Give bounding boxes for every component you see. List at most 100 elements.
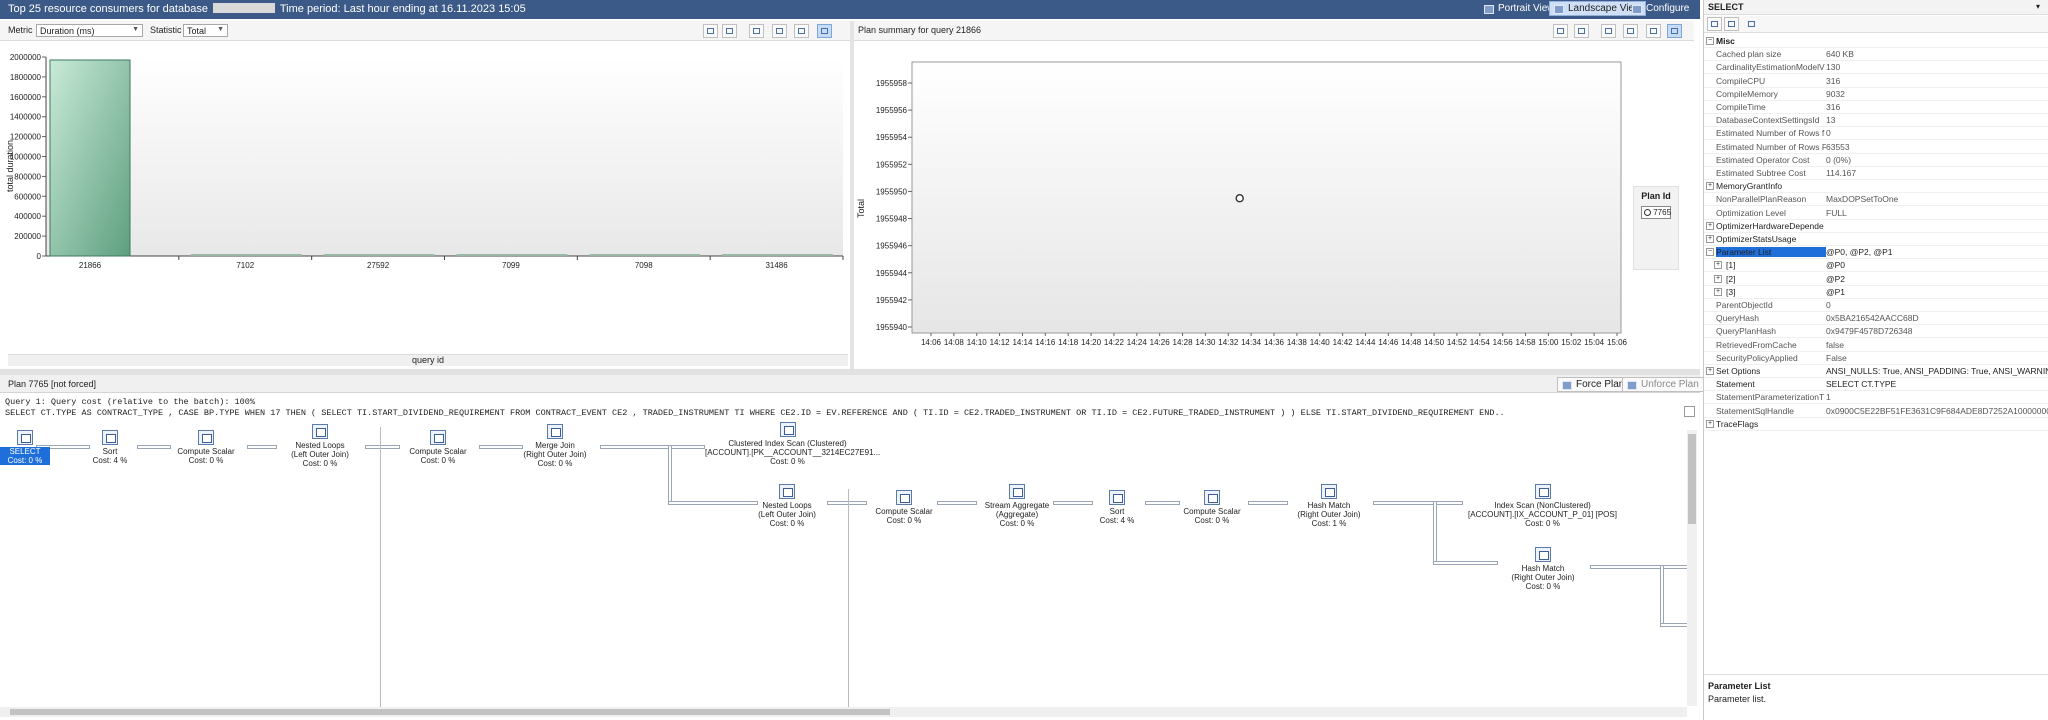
property-value: 0x5BA216542AACC68D [1826, 313, 1919, 324]
plan-chart-view-button[interactable] [1667, 24, 1682, 38]
property-value: SELECT CT.TYPE [1826, 379, 1897, 390]
property-row[interactable]: StatementSqlHandle 0x0900C5E22BF51FE3631C… [1704, 405, 2048, 418]
property-row[interactable]: Estimated Number of Rows F 63553 [1704, 141, 2048, 154]
refresh-button[interactable] [722, 24, 737, 38]
property-row[interactable]: CompileCPU 316 [1704, 75, 2048, 88]
panel-splitter[interactable] [850, 21, 854, 369]
collapse-icon[interactable]: − [1706, 37, 1714, 45]
plan-op-sort[interactable]: Sort Cost: 4 % [85, 430, 135, 465]
plan-refresh-button[interactable] [1574, 24, 1589, 38]
plan-op-compute-scalar[interactable]: Compute Scalar Cost: 0 % [166, 430, 246, 465]
expand-icon[interactable]: + [1706, 221, 1714, 230]
property-name: SecurityPolicyApplied [1716, 352, 1798, 363]
chart-view-button[interactable] [817, 24, 832, 38]
plan-op-nested-loops-2[interactable]: Nested Loops (Left Outer Join) Cost: 0 % [742, 484, 832, 528]
unforce-plan-button[interactable]: Unforce Plan [1622, 377, 1704, 392]
view-plan-button[interactable] [772, 24, 787, 38]
property-row[interactable]: Statement SELECT CT.TYPE [1704, 378, 2048, 392]
property-row[interactable]: SecurityPolicyApplied False [1704, 352, 2048, 365]
property-row[interactable]: QueryHash 0x5BA216542AACC68D [1704, 312, 2048, 326]
property-row[interactable]: − Parameter List @P0, @P2, @P1 [1704, 246, 2048, 260]
categorized-button[interactable] [1707, 17, 1722, 31]
property-row[interactable]: Estimated Operator Cost 0 (0%) [1704, 154, 2048, 167]
title-time-period: Time period: Last hour ending at 16.11.2… [279, 3, 526, 15]
property-row[interactable]: + OptimizerStatsUsage [1704, 233, 2048, 246]
property-row[interactable]: CardinalityEstimationModelV 130 [1704, 61, 2048, 75]
configure-button[interactable]: Configure [1628, 2, 1693, 17]
force-plan-button[interactable]: Force Plan [1557, 377, 1630, 392]
property-name: RetrievedFromCache [1716, 339, 1797, 350]
property-name: OptimizerStatsUsage [1716, 234, 1797, 244]
plan-op-hash-match[interactable]: Hash Match (Right Outer Join) Cost: 1 % [1283, 484, 1375, 528]
property-row[interactable]: + Set Options ANSI_NULLS: True, ANSI_PADDI… [1704, 365, 2048, 378]
property-row[interactable]: + [2] @P2 [1704, 273, 2048, 286]
compare-plans-button[interactable] [1601, 24, 1616, 38]
plan-op-stream-aggregate[interactable]: Stream Aggregate (Aggregate) Cost: 0 % [972, 484, 1062, 528]
property-row[interactable]: + OptimizerHardwareDepende [1704, 220, 2048, 233]
plan-op-sort-2[interactable]: Sort Cost: 4 % [1092, 490, 1142, 525]
property-row[interactable]: + [3] @P1 [1704, 286, 2048, 299]
property-row[interactable]: + TraceFlags [1704, 418, 2048, 431]
force-plan-toolbar-button[interactable] [1623, 24, 1638, 38]
property-row[interactable]: QueryPlanHash 0x9479F4578D726348 [1704, 325, 2048, 339]
y-tick-label: 1955958 [876, 79, 908, 88]
property-row[interactable]: ParentObjectId 0 [1704, 299, 2048, 312]
property-grid: − Misc Cached plan size 640 KB CardinalityEs… [1704, 35, 2048, 435]
property-row[interactable]: CompileMemory 9032 [1704, 88, 2048, 101]
expand-icon[interactable]: + [1714, 287, 1722, 296]
alphabetical-button[interactable] [1724, 17, 1739, 31]
property-row[interactable]: + MemoryGrantInfo [1704, 180, 2048, 194]
chevron-down-icon[interactable]: ▾ [2036, 2, 2040, 11]
x-tick-label: 15:00 [1538, 338, 1559, 347]
legend-entry-7765[interactable]: 7765 [1641, 206, 1671, 219]
plan-op-select[interactable]: SELECT Cost: 0 % [0, 430, 50, 465]
x-tick-label: 27592 [367, 261, 390, 270]
hash-match-icon [1535, 547, 1551, 562]
plan-op-hash-match-2[interactable]: Hash Match (Right Outer Join) Cost: 0 % [1497, 547, 1589, 591]
property-row[interactable]: Cached plan size 640 KB [1704, 48, 2048, 62]
expand-icon[interactable]: + [1714, 261, 1722, 270]
property-row[interactable]: RetrievedFromCache false [1704, 339, 2048, 352]
portrait-view-button[interactable]: Portrait View [1480, 2, 1559, 17]
plan-vertical-scrollbar[interactable] [1687, 430, 1697, 706]
metric-label: Metric [8, 25, 33, 35]
grid-view-button[interactable] [703, 24, 718, 38]
sql-text-expand-button[interactable] [1684, 406, 1695, 417]
expand-icon[interactable]: + [1706, 367, 1714, 375]
expand-icon[interactable]: + [1706, 419, 1714, 428]
plan-op-nested-loops[interactable]: Nested Loops (Left Outer Join) Cost: 0 % [275, 424, 365, 468]
plan-grid-button[interactable] [1553, 24, 1568, 38]
expand-icon[interactable]: + [1706, 182, 1714, 191]
metric-dropdown[interactable]: Duration (ms) ▼ [36, 24, 143, 37]
property-row[interactable]: Estimated Number of Rows f0 [1704, 127, 2048, 141]
properties-header: SELECT ▾ [1704, 0, 2048, 15]
collapse-icon[interactable]: − [1706, 248, 1714, 257]
unforce-plan-toolbar-button[interactable] [1646, 24, 1661, 38]
property-row[interactable]: Optimization Level FULL [1704, 207, 2048, 220]
property-row[interactable]: DatabaseContextSettingsId 13 [1704, 114, 2048, 128]
expand-icon[interactable]: + [1714, 274, 1722, 283]
property-row[interactable]: NonParallelPlanReason MaxDOPSetToOne [1704, 193, 2048, 207]
property-row[interactable]: − Misc [1704, 35, 2048, 48]
plan-op-compute-scalar[interactable]: Compute Scalar Cost: 0 % [864, 490, 944, 525]
plan-op-clustered-index-scan[interactable]: Clustered Index Scan (Clustered) [ACCOUNT… [705, 422, 880, 466]
clustered-index-scan-icon [779, 422, 796, 437]
plan-op-compute-scalar[interactable]: Compute Scalar Cost: 0 % [1172, 490, 1252, 525]
property-row[interactable]: CompileTime 316 [1704, 101, 2048, 114]
statistic-dropdown[interactable]: Total ▼ [183, 24, 228, 37]
track-query-button[interactable] [749, 24, 764, 38]
property-row[interactable]: Estimated Subtree Cost 114.167 [1704, 167, 2048, 180]
chart-options-button[interactable] [794, 24, 809, 38]
plan-op-compute-scalar[interactable]: Compute Scalar Cost: 0 % [398, 430, 478, 465]
plan-op-index-scan[interactable]: Index Scan (NonClustered) [ACCOUNT].[IX_A… [1460, 484, 1625, 528]
property-name: Set Options [1716, 366, 1761, 376]
property-row[interactable]: StatementParameterizationT 1 [1704, 391, 2048, 405]
property-value: 0x9479F4578D726348 [1826, 326, 1913, 337]
landscape-view-icon [1554, 5, 1564, 14]
y-tick-label: 1200000 [10, 133, 42, 142]
plan-op-merge-join[interactable]: Merge Join (Right Outer Join) Cost: 0 % [510, 424, 600, 468]
wrench-icon[interactable] [1744, 17, 1759, 31]
plan-horizontal-scrollbar[interactable] [0, 707, 1687, 717]
expand-icon[interactable]: + [1706, 235, 1714, 243]
property-row[interactable]: + [1] @P0 [1704, 259, 2048, 273]
